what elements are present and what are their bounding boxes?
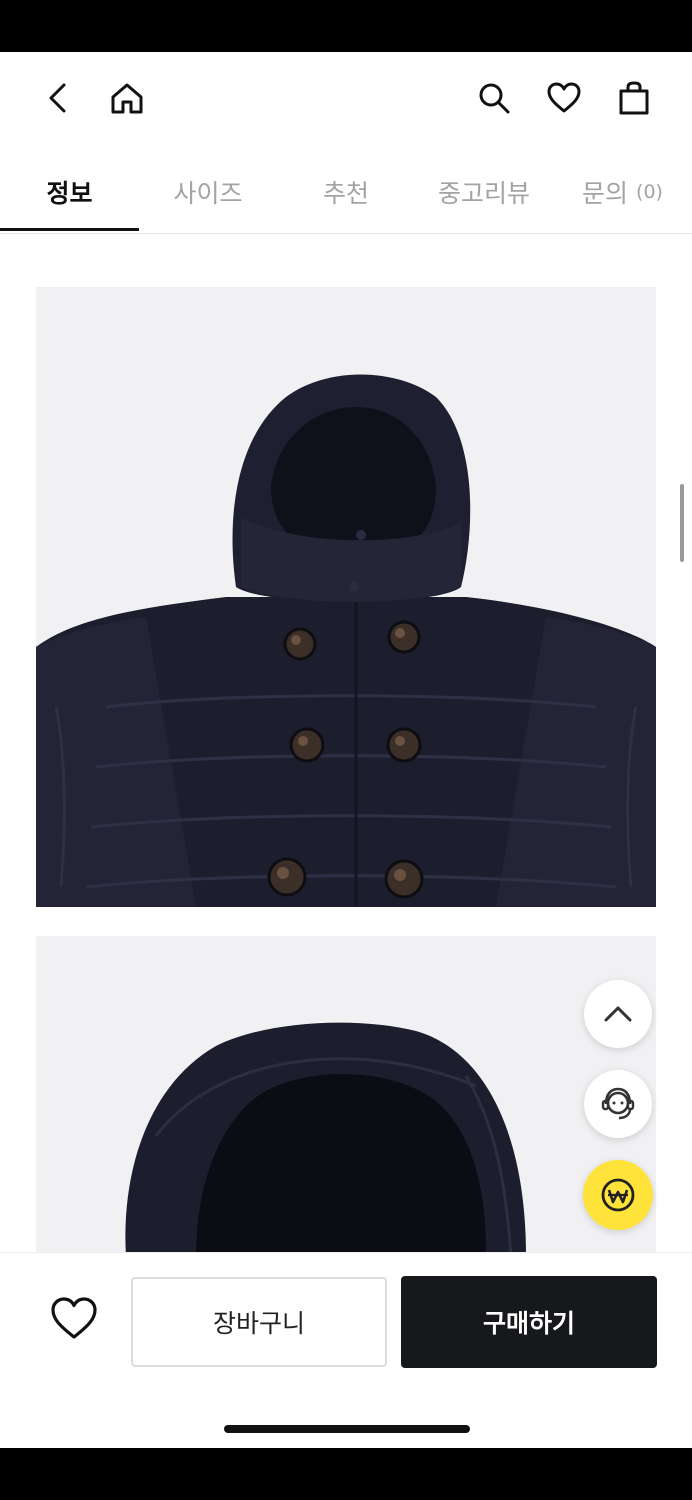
buy-now-button[interactable]: 구매하기 [401, 1276, 657, 1368]
heart-icon [51, 1297, 97, 1339]
top-navigation [0, 52, 692, 144]
search-button[interactable] [472, 76, 516, 120]
cart-icon-button[interactable] [612, 76, 656, 120]
home-icon [111, 83, 143, 114]
like-button[interactable] [46, 1291, 102, 1347]
tab-info-label: 정보 [46, 179, 93, 208]
tab-inquiry-label: 문의 [582, 179, 629, 208]
product-image-2[interactable] [36, 936, 656, 1256]
customer-service-icon [601, 1087, 635, 1120]
back-button[interactable] [36, 76, 80, 120]
wishlist-button[interactable] [542, 76, 586, 120]
add-to-cart-button[interactable]: 장바구니 [131, 1277, 387, 1367]
heart-icon [547, 82, 581, 113]
product-image-1[interactable] [36, 287, 656, 907]
won-coin-icon [601, 1178, 635, 1212]
tab-info[interactable]: 정보 [0, 152, 139, 232]
back-arrow-icon [49, 83, 66, 113]
product-tabs: 정보 사이즈 추천 중고리뷰 문의 (0) [0, 152, 692, 234]
customer-service-button[interactable] [584, 1070, 652, 1138]
tab-used-review-label: 중고리뷰 [437, 179, 530, 208]
scroll-to-top-button[interactable] [584, 980, 652, 1048]
chevron-up-icon [604, 1006, 632, 1022]
search-icon [479, 83, 510, 114]
active-tab-indicator [0, 228, 139, 231]
coat-front-illustration [36, 287, 656, 907]
system-bottom-bar [0, 1448, 692, 1500]
bottom-action-bar: 장바구니 구매하기 [0, 1252, 692, 1448]
won-point-button[interactable] [583, 1160, 653, 1230]
shopping-bag-icon [619, 81, 649, 115]
tab-inquiry[interactable]: 문의 (0) [553, 152, 692, 232]
scroll-indicator[interactable] [680, 484, 684, 562]
coat-hood-illustration [36, 936, 656, 1256]
tab-size-label: 사이즈 [173, 179, 243, 208]
tab-recommend-label: 추천 [322, 179, 369, 208]
status-bar [0, 0, 692, 52]
tab-used-review[interactable]: 중고리뷰 [415, 152, 553, 232]
home-indicator [224, 1425, 470, 1433]
tab-size[interactable]: 사이즈 [139, 152, 277, 232]
inquiry-count: (0) [636, 181, 663, 203]
product-detail-screen: 정보 사이즈 추천 중고리뷰 문의 (0) 장바구니 구매하기 [0, 52, 692, 1448]
home-button[interactable] [105, 76, 149, 120]
tab-recommend[interactable]: 추천 [277, 152, 415, 232]
